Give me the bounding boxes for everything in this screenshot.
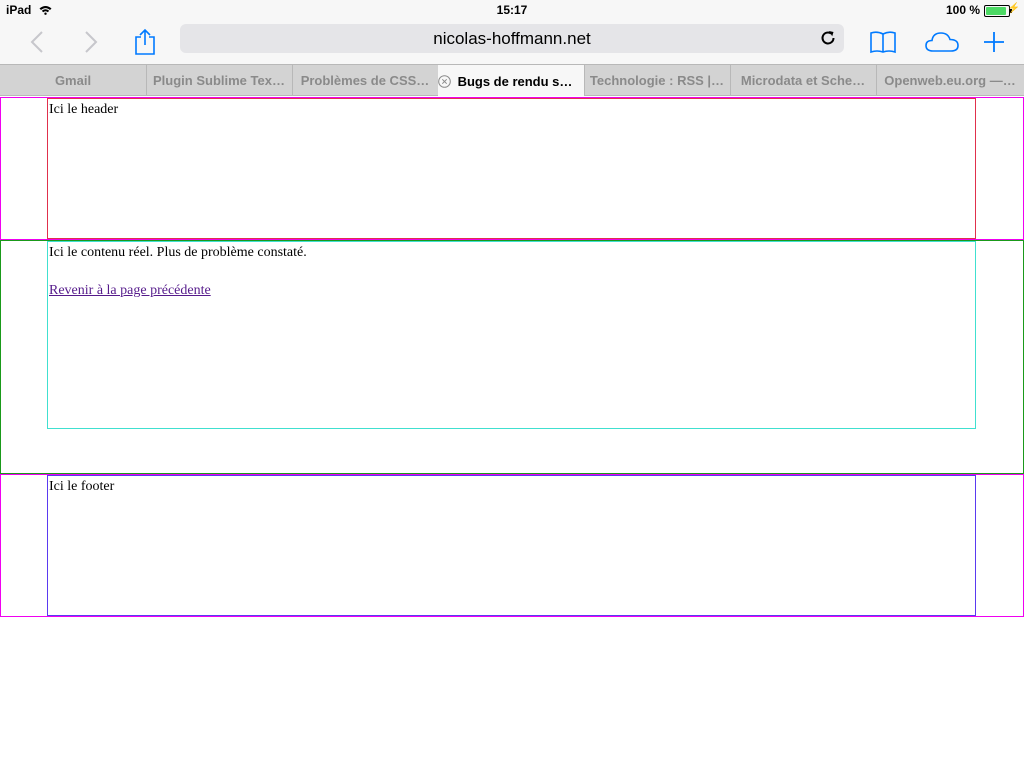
web-page: Ici le header Ici le contenu réel. Plus … xyxy=(0,96,1024,768)
share-icon xyxy=(135,28,155,55)
page-header: Ici le header xyxy=(47,98,976,239)
battery-percentage: 100 % xyxy=(945,3,980,17)
new-tab-icon xyxy=(984,32,1004,52)
footer-text: Ici le footer xyxy=(49,479,115,494)
address-bar[interactable]: nicolas-hoffmann.net xyxy=(180,24,844,53)
content-text: Ici le contenu réel. Plus de problème co… xyxy=(49,245,307,260)
icloud-tabs-button[interactable] xyxy=(920,20,964,64)
tab-technologie-rss[interactable]: Technologie : RSS |… xyxy=(584,65,731,96)
reload-icon[interactable] xyxy=(818,28,838,48)
tab-label: Technologie : RSS |… xyxy=(589,73,725,88)
bookmarks-button[interactable] xyxy=(866,20,900,64)
page-footer: Ici le footer xyxy=(47,475,976,616)
header-text: Ici le header xyxy=(49,102,119,117)
tab-plugin-sublime[interactable]: Plugin Sublime Tex… xyxy=(146,65,293,96)
tab-openweb[interactable]: Openweb.eu.org —… xyxy=(876,65,1024,96)
tab-label: Problèmes de CSS… xyxy=(300,73,430,88)
share-button[interactable] xyxy=(130,20,160,64)
page-content: Ici le contenu réel. Plus de problème co… xyxy=(47,241,976,429)
forward-icon xyxy=(85,31,98,53)
tab-label: Gmail xyxy=(54,73,92,88)
icloud-tabs-icon xyxy=(925,32,959,52)
tab-label: Microdata et Sche… xyxy=(740,73,866,88)
tab-problemes-css[interactable]: Problèmes de CSS… xyxy=(292,65,439,96)
charging-icon: ⚡ xyxy=(1007,3,1020,14)
back-icon xyxy=(30,31,43,53)
tab-label: Openweb.eu.org —… xyxy=(884,73,1016,88)
close-tab-icon[interactable] xyxy=(438,74,451,88)
bookmarks-icon xyxy=(870,31,896,54)
tab-label: Plugin Sublime Tex… xyxy=(153,73,285,88)
tab-microdata[interactable]: Microdata et Sche… xyxy=(730,65,877,96)
tab-gmail[interactable]: Gmail xyxy=(0,65,147,96)
tab-bar: Gmail Plugin Sublime Tex… Problèmes de C… xyxy=(0,64,1024,97)
clock: 15:17 xyxy=(496,3,528,17)
tab-label: Bugs de rendu s… xyxy=(457,73,573,89)
tab-bugs-de-rendu[interactable]: Bugs de rendu s… xyxy=(438,65,585,97)
url-text: nicolas-hoffmann.net xyxy=(433,29,591,48)
new-tab-button[interactable] xyxy=(978,20,1010,64)
forward-button[interactable] xyxy=(76,20,106,64)
battery-level xyxy=(986,7,1006,15)
battery-icon xyxy=(984,5,1012,17)
back-button[interactable] xyxy=(22,20,52,64)
status-bar: iPad 15:17 100 % ⚡ xyxy=(0,0,1024,20)
back-link[interactable]: Revenir à la page précédente xyxy=(49,283,211,299)
browser-toolbar: nicolas-hoffmann.net xyxy=(0,20,1024,64)
